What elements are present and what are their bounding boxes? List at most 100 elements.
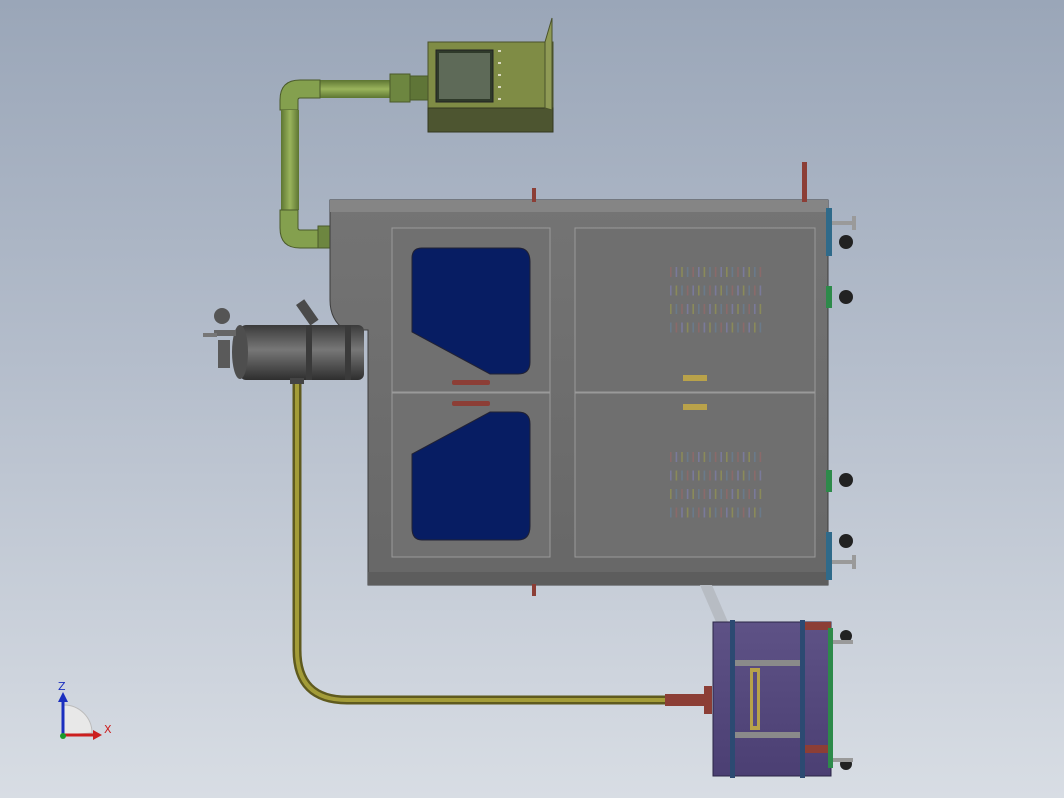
vent-slot xyxy=(742,507,745,518)
vent-slot xyxy=(737,507,739,518)
vent-slot xyxy=(720,489,722,499)
vent-slot xyxy=(698,489,700,499)
vent-slot xyxy=(709,507,711,518)
vent-slot xyxy=(698,267,700,277)
vent-slot xyxy=(748,322,750,333)
vent-slot xyxy=(731,285,734,296)
vent-slot xyxy=(692,285,694,296)
vent-slot xyxy=(737,285,739,296)
vent-slot xyxy=(731,470,734,481)
vent-slot xyxy=(714,489,717,499)
vent-slot xyxy=(754,470,756,481)
x-axis-label: X xyxy=(104,723,112,736)
vent-slot xyxy=(686,452,689,462)
vent-slot xyxy=(714,507,717,518)
vent-slot xyxy=(742,304,745,314)
vent-slot xyxy=(714,285,717,296)
vent-slot xyxy=(686,322,689,333)
vent-slot xyxy=(698,452,700,462)
vent-slot xyxy=(726,452,728,462)
vent-slot xyxy=(681,489,683,499)
vent-slot xyxy=(692,304,694,314)
vent-slot xyxy=(731,452,734,462)
vent-slot xyxy=(742,489,745,499)
vent-slot xyxy=(754,489,756,499)
vent-slot xyxy=(703,304,706,314)
vent-slot xyxy=(670,267,672,277)
handle-lower[interactable] xyxy=(452,401,490,406)
vent-slot xyxy=(759,452,762,462)
vent-slot xyxy=(714,304,717,314)
main-cabinet[interactable] xyxy=(329,162,829,596)
vent-slot xyxy=(675,470,678,481)
vent-slot xyxy=(698,470,700,481)
vent-slot xyxy=(698,507,700,518)
vent-slot xyxy=(675,285,678,296)
vent-slot xyxy=(720,285,722,296)
vent-slot xyxy=(720,507,722,518)
vent-slot xyxy=(731,304,734,314)
vent-slot xyxy=(720,470,722,481)
vent-slot xyxy=(720,322,722,333)
handle-upper[interactable] xyxy=(452,380,490,385)
vent-slot xyxy=(686,285,689,296)
vent-slot xyxy=(686,267,689,277)
vent-slot xyxy=(670,470,672,481)
vent-slot xyxy=(709,452,711,462)
vent-slot xyxy=(726,507,728,518)
vent-slot xyxy=(686,507,689,518)
vent-slot xyxy=(670,452,672,462)
axis-triad: Z X xyxy=(58,680,112,740)
vent-slot xyxy=(681,470,683,481)
vent-slot xyxy=(670,285,672,296)
vent-slot xyxy=(681,285,683,296)
vent-slot xyxy=(675,489,678,499)
base-unit[interactable] xyxy=(712,620,853,778)
vent-slot xyxy=(709,304,711,314)
vent-slot xyxy=(686,470,689,481)
vent-slot xyxy=(714,322,717,333)
vent-slot xyxy=(731,489,734,499)
vent-slot xyxy=(759,489,762,499)
vent-slot xyxy=(720,267,722,277)
vent-slot xyxy=(692,489,694,499)
vent-slot xyxy=(731,322,734,333)
vent-slot xyxy=(754,452,756,462)
vent-slot xyxy=(754,322,756,333)
vent-slot xyxy=(737,322,739,333)
vent-slot xyxy=(737,267,739,277)
vent-slot xyxy=(670,507,672,518)
vent-slot xyxy=(681,452,683,462)
vent-slot xyxy=(709,470,711,481)
vent-slot xyxy=(748,267,750,277)
vent-slot xyxy=(703,470,706,481)
vent-slot xyxy=(703,507,706,518)
vent-slot xyxy=(726,489,728,499)
vent-slot xyxy=(742,285,745,296)
vent-slot xyxy=(675,267,678,277)
vent-slot xyxy=(748,507,750,518)
cad-model-view: Z X xyxy=(58,17,856,778)
vent-slot xyxy=(726,470,728,481)
vent-slot xyxy=(686,304,689,314)
vent-slot xyxy=(675,452,678,462)
vent-slot xyxy=(726,285,728,296)
vent-slot xyxy=(692,452,694,462)
vent-slot xyxy=(703,322,706,333)
vent-slot xyxy=(698,285,700,296)
control-box[interactable] xyxy=(427,17,554,133)
vent-slot xyxy=(748,489,750,499)
panel-lower-right xyxy=(574,392,816,558)
vent-slot xyxy=(686,489,689,499)
vent-slot xyxy=(709,267,711,277)
vent-slot xyxy=(670,322,672,333)
vent-slot xyxy=(714,267,717,277)
vent-slot xyxy=(703,285,706,296)
side-valves[interactable] xyxy=(826,208,856,580)
vent-slot xyxy=(754,285,756,296)
vent-slot xyxy=(754,507,756,518)
vent-slot xyxy=(698,322,700,333)
cad-viewport[interactable]: Z X xyxy=(0,0,1064,798)
vent-slot xyxy=(731,267,734,277)
vent-slot xyxy=(742,470,745,481)
